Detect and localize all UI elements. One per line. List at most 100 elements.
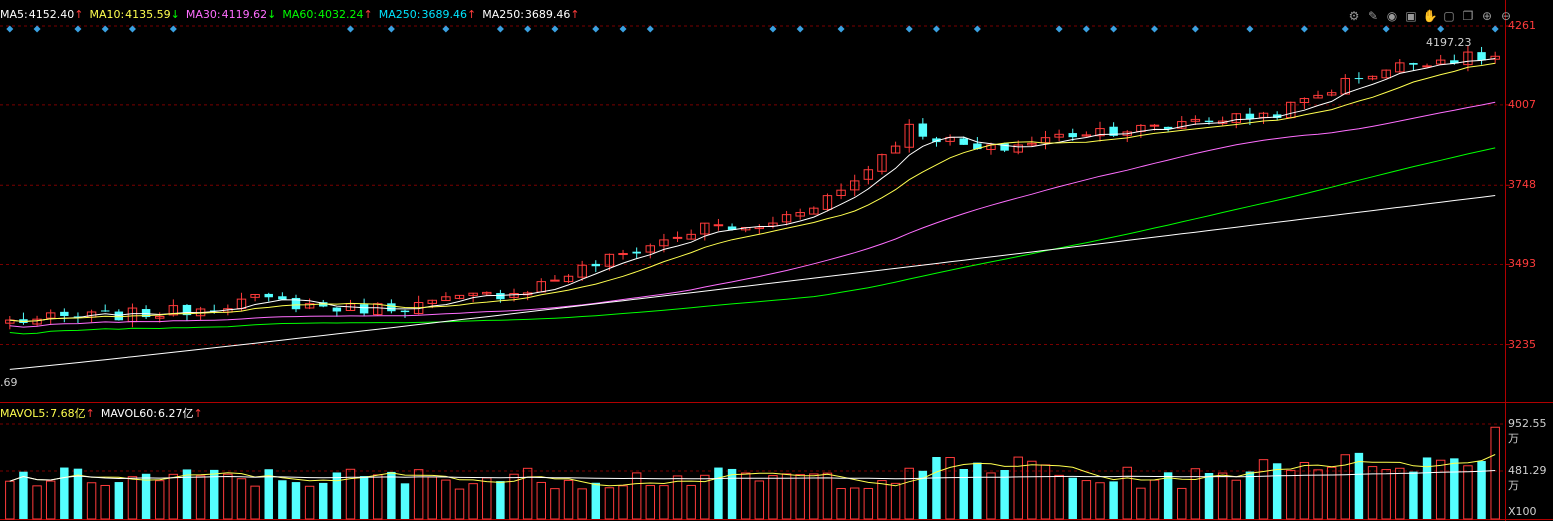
volume-bar [1409, 471, 1418, 519]
ma30-line [9, 101, 1496, 328]
volume-bar [1040, 464, 1051, 520]
volume-bar [86, 482, 97, 520]
event-marker [769, 25, 777, 33]
event-marker [1341, 25, 1349, 33]
event-marker [346, 25, 354, 33]
candle-body [1149, 124, 1160, 127]
candle-body [359, 304, 369, 314]
volume-bar [877, 480, 887, 520]
candle-body [387, 303, 396, 312]
event-marker [1082, 25, 1090, 33]
volume-bar [973, 462, 982, 519]
volume-bar [1095, 482, 1105, 520]
volume-bar [1136, 487, 1146, 520]
volume-bar [659, 485, 669, 520]
event-marker [646, 25, 654, 33]
event-marker [837, 25, 845, 33]
candle-body [1068, 133, 1077, 138]
legend-item: MA10:4135.59↓ [89, 8, 181, 21]
volume-bar [863, 487, 874, 520]
candle-body [713, 224, 724, 227]
legend-value: 4152.40 [28, 8, 75, 21]
box-icon[interactable]: ▣ [1403, 8, 1419, 24]
candle-body [1204, 120, 1214, 123]
volume-bar [100, 484, 110, 520]
volume-bar [223, 473, 233, 520]
volume-bar [1435, 459, 1446, 520]
volume-bar [1122, 466, 1132, 520]
volume-bar [577, 488, 587, 520]
volume-bar [1245, 471, 1255, 519]
legend-label: MA5: [0, 8, 28, 21]
lock-icon[interactable]: ▢ [1441, 8, 1457, 24]
event-marker [1110, 25, 1118, 33]
ma5-line [9, 58, 1496, 323]
eye-icon[interactable]: ◉ [1384, 8, 1400, 24]
volume-bar [496, 481, 505, 519]
volume-bar [550, 488, 560, 520]
volume-bar [304, 485, 315, 520]
edit-icon[interactable]: ✎ [1365, 8, 1381, 24]
volume-bar [1395, 467, 1405, 520]
event-marker [74, 25, 82, 33]
candle-body [264, 293, 273, 298]
event-marker [1382, 25, 1390, 33]
volume-bar [645, 485, 656, 520]
event-marker [905, 25, 913, 33]
volume-bar [849, 487, 860, 520]
copy-icon[interactable]: ❐ [1460, 8, 1476, 24]
volume-bar [1354, 452, 1364, 519]
event-marker [932, 25, 940, 33]
candle-body [632, 251, 641, 254]
legend-arrow: ↑ [85, 407, 95, 420]
high-price-label: 4197.23 [1426, 36, 1472, 49]
volume-bar [1163, 472, 1173, 519]
volume-bar [359, 476, 369, 519]
event-marker [1491, 25, 1499, 33]
volume-bar [1109, 481, 1118, 519]
volume-bar [1177, 487, 1187, 520]
event-marker [101, 25, 109, 33]
candle-body [618, 253, 628, 256]
volume-tick-label: 952.55万 [1508, 417, 1547, 445]
candle-body [1354, 78, 1364, 80]
volume-bar [441, 479, 451, 520]
legend-item: MA5:4152.40↑ [0, 8, 85, 21]
event-marker [128, 25, 136, 33]
event-marker [619, 25, 627, 33]
ma60-line [9, 147, 1496, 335]
legend-arrow: ↑ [74, 8, 84, 21]
candle-body [1477, 52, 1486, 61]
hand-icon[interactable]: ✋ [1422, 8, 1438, 24]
price-tick-label: 3493 [1508, 257, 1536, 271]
volume-bar [986, 472, 996, 520]
volume-bar [468, 483, 478, 520]
volume-bar [154, 480, 165, 520]
volume-bar [714, 467, 723, 519]
legend-label: MAVOL5: [0, 407, 50, 420]
event-marker [33, 25, 41, 33]
legend-arrow: ↑ [466, 8, 477, 21]
volume-bar [836, 488, 846, 520]
zoom-in-icon[interactable]: ⊕ [1479, 8, 1495, 24]
event-marker [592, 25, 600, 33]
legend-arrow: ↑ [363, 8, 373, 21]
volume-bar [768, 475, 778, 520]
legend-value: 4135.59 [125, 8, 171, 21]
candle-body [918, 123, 928, 137]
volume-bar [1313, 469, 1323, 520]
volume-bar [618, 485, 628, 520]
settings-icon[interactable]: ⚙ [1346, 8, 1362, 24]
event-marker [1191, 25, 1199, 33]
ma250-line [9, 195, 1496, 370]
volume-bar [1149, 479, 1160, 520]
volume-bar [60, 467, 69, 519]
volume-bar [278, 480, 287, 519]
event-marker [973, 25, 981, 33]
candle-body [1245, 113, 1255, 120]
candle-body [496, 293, 505, 300]
chart-toolbar: ⚙ ✎ ◉ ▣ ✋ ▢ ❐ ⊕ ⊖ [1346, 8, 1514, 24]
volume-bar [959, 468, 968, 519]
volume-legend: MAVOL5:7.68亿↑ MAVOL60:6.27亿↑ [0, 407, 209, 421]
chart-root: MA5:4152.40↑ MA10:4135.59↓ MA30:4119.62↓ MA… [0, 0, 1553, 521]
